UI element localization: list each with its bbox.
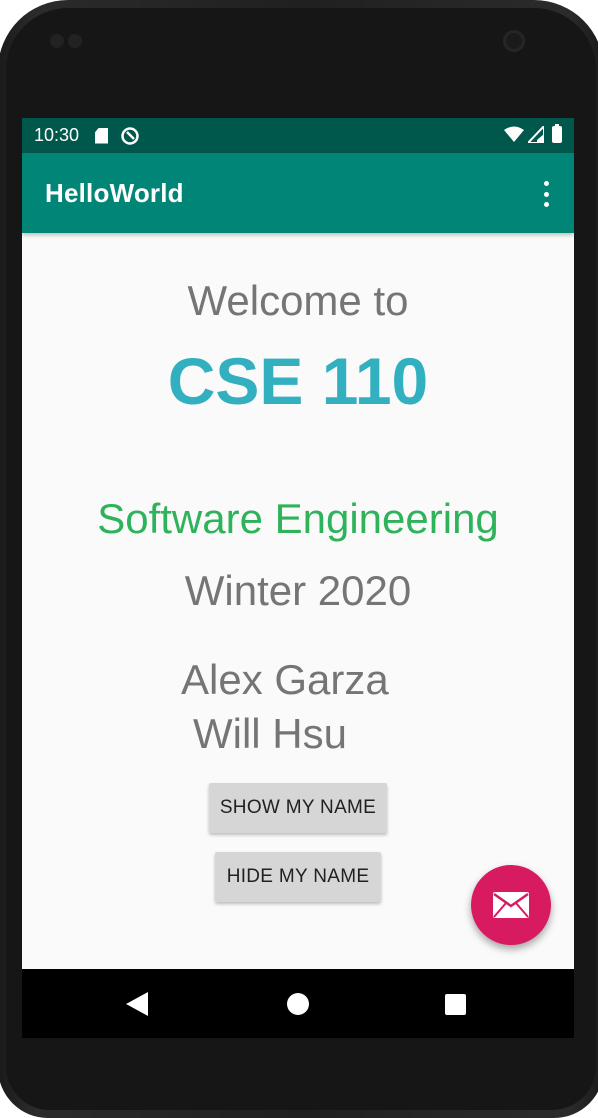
device-screen: 10:30 HelloWorld Welcome to CSE 110 Soft… [22, 118, 574, 1038]
home-icon[interactable] [287, 993, 309, 1015]
app-title: HelloWorld [45, 178, 184, 208]
welcome-text: Welcome to [187, 277, 409, 324]
app-bar: HelloWorld [22, 153, 574, 233]
status-time: 10:30 [34, 125, 80, 145]
hide-name-button[interactable]: HIDE MY NAME [215, 852, 381, 902]
main-content: Welcome to CSE 110 Software Engineering … [22, 233, 574, 969]
sd-card-icon [95, 127, 109, 144]
name-text: Alex Garza [181, 656, 389, 703]
status-icons [504, 124, 562, 143]
status-bar: 10:30 [22, 118, 574, 153]
term-text: Winter 2020 [184, 567, 412, 614]
battery-icon [552, 124, 562, 143]
sensor-dot [50, 34, 64, 48]
recents-icon[interactable] [445, 994, 466, 1015]
front-camera [503, 30, 525, 52]
sensor-dot [68, 34, 82, 48]
subject-text: Software Engineering [97, 495, 499, 542]
email-icon [493, 892, 529, 918]
show-name-button[interactable]: SHOW MY NAME [209, 783, 387, 833]
back-icon[interactable] [126, 992, 148, 1016]
wifi-icon [504, 126, 524, 142]
name-text: Will Hsu [193, 710, 347, 757]
overflow-menu-icon[interactable] [542, 181, 550, 207]
course-title: CSE 110 [167, 344, 429, 418]
navigation-bar [22, 969, 574, 1038]
email-fab-button[interactable] [471, 865, 551, 945]
signal-icon [528, 126, 544, 143]
sync-icon [121, 126, 139, 145]
